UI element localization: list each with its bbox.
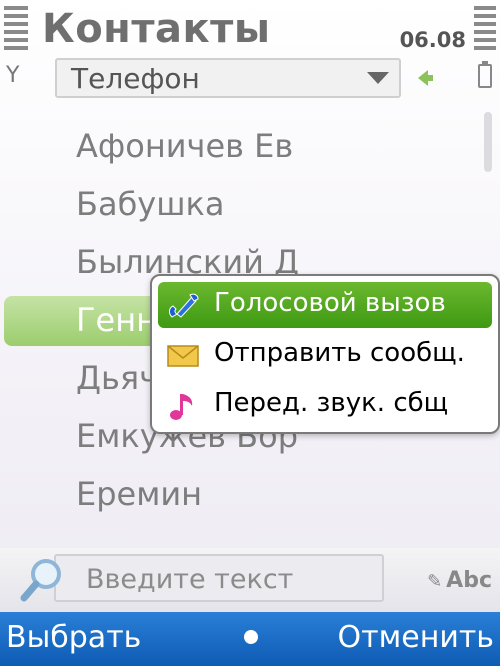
music-note-icon xyxy=(170,394,193,420)
contact-name: Дьяч xyxy=(76,359,159,397)
chevron-down-icon xyxy=(367,72,389,84)
antenna-icon: Y xyxy=(6,63,20,88)
search-input[interactable]: Введите текст xyxy=(54,554,384,602)
contact-name: Еремин xyxy=(76,475,203,513)
select-softkey[interactable]: Выбрать xyxy=(6,620,141,655)
search-icon xyxy=(20,559,61,602)
menu-item-voice-call[interactable]: Голосовой вызов xyxy=(158,282,492,328)
contact-name: Афоничев Ев xyxy=(76,127,294,165)
dropdown-value: Телефон xyxy=(71,62,200,95)
center-key-dot[interactable] xyxy=(244,630,258,644)
phone-handset-icon xyxy=(169,293,199,318)
menu-item-label: Отправить сообщ. xyxy=(214,338,465,368)
cancel-softkey[interactable]: Отменить xyxy=(338,620,494,655)
menu-item-audio-message[interactable]: Перед. звук. сбщ xyxy=(158,382,492,428)
contact-filter-dropdown[interactable]: Телефон xyxy=(55,58,401,98)
menu-item-label: Голосовой вызов xyxy=(214,288,446,318)
search-bar: Введите текст ✎ Abc xyxy=(0,548,500,612)
list-item[interactable]: Бабушка xyxy=(0,178,480,232)
pen-icon: ✎ xyxy=(427,571,443,592)
softkey-bar: Выбрать Отменить xyxy=(0,612,500,666)
input-mode-indicator: ✎ Abc xyxy=(427,568,492,593)
clock: 06.08 xyxy=(399,28,466,52)
search-placeholder: Введите текст xyxy=(86,564,294,595)
input-mode-label: Abc xyxy=(446,568,492,593)
battery-icon xyxy=(478,61,492,88)
arrow-left-icon xyxy=(418,70,433,86)
context-menu: Голосовой вызов Отправить сообщ. Перед. … xyxy=(150,274,500,434)
list-item[interactable]: Афоничев Ев xyxy=(0,120,480,174)
signal-strength-bars xyxy=(4,6,28,54)
phone-screen: Y Контакты 06.08 Телефон Афоничев Ев Баб… xyxy=(0,0,500,666)
menu-item-send-message[interactable]: Отправить сообщ. xyxy=(158,332,492,378)
battery-level-bars xyxy=(474,6,496,54)
scrollbar[interactable] xyxy=(484,112,492,172)
envelope-icon xyxy=(167,345,199,367)
menu-item-label: Перед. звук. сбщ xyxy=(214,388,449,418)
list-item[interactable]: Еремин xyxy=(0,468,480,522)
contact-name: Бабушка xyxy=(76,185,225,223)
contact-name: Генн xyxy=(76,301,158,339)
page-title: Контакты xyxy=(42,6,271,52)
